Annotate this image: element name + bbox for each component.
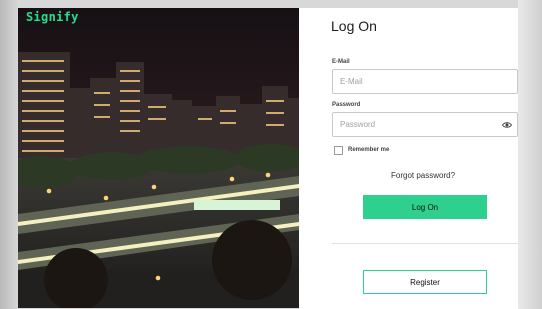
password-input[interactable]	[340, 120, 490, 129]
page-title: Log On	[331, 18, 377, 34]
register-button[interactable]: Register	[363, 270, 487, 294]
remember-me-label: Remember me	[348, 147, 390, 153]
remember-me-checkbox[interactable]	[334, 146, 343, 155]
right-shadow	[518, 0, 542, 309]
email-label: E-Mail	[332, 59, 350, 65]
hero-image: Signify	[18, 8, 299, 308]
signify-logo: Signify	[26, 10, 79, 24]
left-shadow	[0, 0, 18, 309]
eye-icon[interactable]	[502, 121, 512, 129]
forgot-password-link[interactable]: Forgot password?	[391, 171, 455, 180]
password-label: Password	[332, 102, 361, 108]
password-field[interactable]	[332, 112, 518, 137]
log-on-button[interactable]: Log On	[363, 195, 487, 219]
email-field[interactable]	[332, 69, 518, 94]
login-panel: Log On E-Mail Password Remember me Forgo…	[299, 8, 518, 309]
divider	[332, 243, 518, 244]
email-input[interactable]	[340, 77, 490, 86]
